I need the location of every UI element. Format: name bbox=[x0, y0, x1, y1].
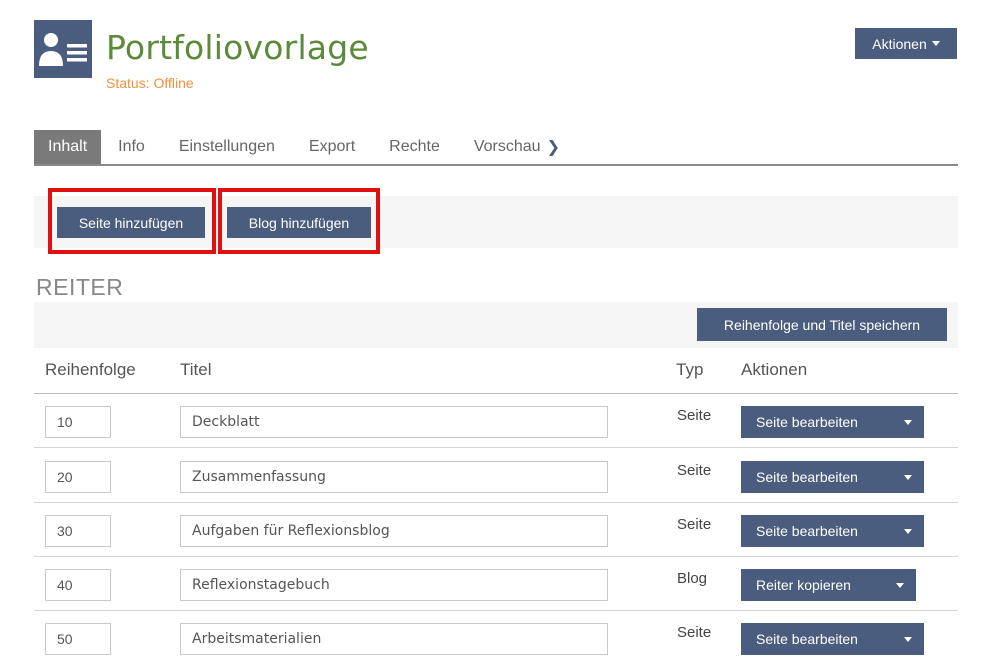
action-label: Seite bearbeiten bbox=[756, 469, 858, 485]
actions-dropdown-button[interactable]: Aktionen bbox=[855, 28, 957, 59]
type-label: Blog bbox=[677, 570, 708, 587]
section-title: REITER bbox=[36, 274, 124, 300]
type-label: Seite bbox=[677, 516, 712, 533]
tab-label: Rechte bbox=[389, 138, 440, 155]
title-input[interactable] bbox=[180, 623, 608, 655]
title-input[interactable] bbox=[180, 569, 608, 601]
save-order-button[interactable]: Reihenfolge und Titel speichern bbox=[697, 308, 947, 341]
status-label: Status: bbox=[106, 75, 150, 91]
actions-label: Aktionen bbox=[872, 35, 927, 52]
add-page-button[interactable]: Seite hinzufügen bbox=[57, 207, 205, 238]
status-text: Status: Offline bbox=[106, 75, 194, 91]
tab-export[interactable]: Export bbox=[292, 130, 372, 164]
column-header-title: Titel bbox=[180, 360, 212, 379]
edit-page-split-button[interactable]: Seite bearbeiten bbox=[741, 515, 924, 547]
tab-label: Inhalt bbox=[48, 138, 88, 155]
user-list-icon bbox=[39, 33, 87, 66]
action-label: Seite bearbeiten bbox=[756, 414, 858, 430]
caret-down-icon[interactable] bbox=[904, 420, 912, 425]
title-input[interactable] bbox=[180, 406, 608, 438]
caret-down-icon bbox=[931, 41, 940, 46]
caret-down-icon[interactable] bbox=[904, 637, 912, 642]
order-input[interactable] bbox=[45, 461, 111, 493]
tab-label: Export bbox=[308, 138, 356, 155]
order-input[interactable] bbox=[45, 623, 111, 655]
tab-inhalt[interactable]: Inhalt bbox=[34, 130, 102, 164]
edit-page-split-button[interactable]: Seite bearbeiten bbox=[741, 461, 924, 493]
edit-page-split-button[interactable]: Seite bearbeiten bbox=[741, 406, 924, 438]
table-row: Seite Seite bearbeiten bbox=[34, 449, 958, 503]
type-label: Seite bbox=[677, 407, 712, 424]
caret-down-icon[interactable] bbox=[896, 583, 904, 588]
table-row: Seite Seite bearbeiten bbox=[34, 503, 958, 557]
tab-rechte[interactable]: Rechte bbox=[372, 130, 457, 164]
tab-bar: Inhalt Info Einstellungen Export Rechte … bbox=[34, 130, 958, 166]
table-row: Blog Reiter kopieren bbox=[34, 557, 958, 611]
order-input[interactable] bbox=[45, 569, 111, 601]
type-label: Seite bbox=[677, 462, 712, 479]
edit-page-split-button[interactable]: Seite bearbeiten bbox=[741, 623, 924, 655]
caret-down-icon[interactable] bbox=[904, 475, 912, 480]
status-value: Offline bbox=[153, 75, 194, 91]
copy-tab-split-button[interactable]: Reiter kopieren bbox=[741, 569, 916, 601]
tab-label: Einstellungen bbox=[178, 138, 275, 155]
tab-vorschau[interactable]: Vorschau ❯ bbox=[457, 130, 577, 164]
table-row: Seite Seite bearbeiten bbox=[34, 611, 958, 662]
column-header-type: Typ bbox=[676, 360, 704, 379]
tab-info[interactable]: Info bbox=[101, 130, 162, 164]
table-row: Seite Seite bearbeiten bbox=[34, 394, 958, 448]
tab-label: Vorschau bbox=[473, 138, 541, 155]
title-input[interactable] bbox=[180, 461, 608, 493]
action-label: Reiter kopieren bbox=[756, 577, 851, 593]
type-label: Seite bbox=[677, 624, 712, 641]
title-input[interactable] bbox=[180, 515, 608, 547]
action-label: Seite bearbeiten bbox=[756, 523, 858, 539]
tab-einstellungen[interactable]: Einstellungen bbox=[162, 130, 292, 164]
column-header-actions: Aktionen bbox=[741, 360, 808, 379]
page-title: Portfoliovorlage bbox=[106, 28, 369, 67]
order-input[interactable] bbox=[45, 406, 111, 438]
tab-label: Info bbox=[118, 138, 145, 155]
caret-down-icon[interactable] bbox=[904, 529, 912, 534]
add-blog-button[interactable]: Blog hinzufügen bbox=[227, 207, 371, 238]
column-header-order: Reihenfolge bbox=[45, 360, 136, 379]
action-label: Seite bearbeiten bbox=[756, 631, 858, 647]
order-input[interactable] bbox=[45, 515, 111, 547]
portfolio-template-icon bbox=[34, 20, 92, 78]
chevron-right-icon: ❯ bbox=[546, 139, 560, 156]
